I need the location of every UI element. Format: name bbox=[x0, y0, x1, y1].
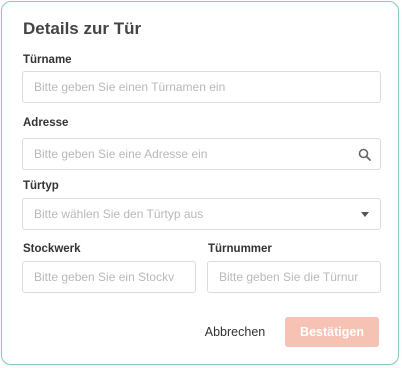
caret-down-icon[interactable] bbox=[359, 199, 371, 229]
door-type-input[interactable] bbox=[23, 199, 380, 229]
floor-label: Stockwerk bbox=[23, 243, 81, 255]
address-field bbox=[22, 138, 381, 170]
dialog-title: Details zur Tür bbox=[23, 19, 142, 38]
door-name-field bbox=[22, 71, 381, 103]
door-name-label: Türname bbox=[23, 54, 72, 66]
confirm-button[interactable]: Bestätigen bbox=[285, 317, 379, 347]
door-number-field bbox=[207, 261, 381, 293]
cancel-button[interactable]: Abbrechen bbox=[198, 317, 272, 347]
door-type-label: Türtyp bbox=[23, 180, 59, 192]
door-number-label: Türnummer bbox=[208, 243, 272, 255]
door-number-input[interactable] bbox=[208, 262, 380, 292]
floor-input[interactable] bbox=[23, 262, 195, 292]
door-details-dialog: Details zur Tür Türname Adresse Türtyp S… bbox=[1, 1, 399, 365]
address-label: Adresse bbox=[23, 117, 69, 129]
floor-field bbox=[22, 261, 196, 293]
search-icon[interactable] bbox=[356, 139, 372, 169]
address-input[interactable] bbox=[23, 139, 380, 169]
door-name-input[interactable] bbox=[23, 72, 380, 102]
door-type-select[interactable] bbox=[22, 198, 381, 230]
